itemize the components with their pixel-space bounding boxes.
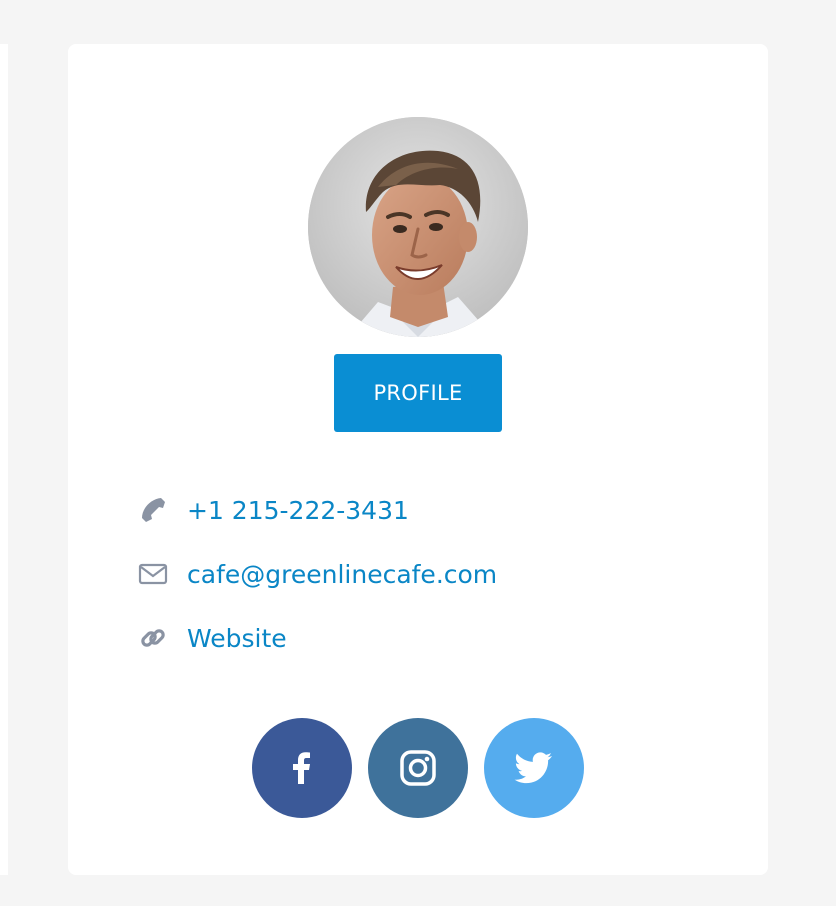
avatar-photo xyxy=(308,117,528,337)
profile-card: PROFILE +1 215-222-3431 cafe@greenlineca… xyxy=(68,44,768,875)
email-link[interactable]: cafe@greenlinecafe.com xyxy=(187,560,497,589)
contact-website-row: Website xyxy=(138,621,287,655)
phone-icon xyxy=(138,495,168,525)
adjacent-card-edge xyxy=(0,44,8,875)
instagram-button[interactable] xyxy=(368,718,468,818)
twitter-button[interactable] xyxy=(484,718,584,818)
contact-email-row: cafe@greenlinecafe.com xyxy=(138,557,497,591)
profile-button[interactable]: PROFILE xyxy=(334,354,502,432)
phone-link[interactable]: +1 215-222-3431 xyxy=(187,496,409,525)
twitter-icon xyxy=(514,752,552,784)
envelope-icon xyxy=(138,559,168,589)
website-link[interactable]: Website xyxy=(187,624,287,653)
contact-phone-row: +1 215-222-3431 xyxy=(138,493,409,527)
facebook-button[interactable] xyxy=(252,718,352,818)
instagram-icon xyxy=(400,750,436,786)
facebook-icon xyxy=(293,752,310,784)
avatar xyxy=(308,117,528,337)
link-icon xyxy=(138,623,168,653)
